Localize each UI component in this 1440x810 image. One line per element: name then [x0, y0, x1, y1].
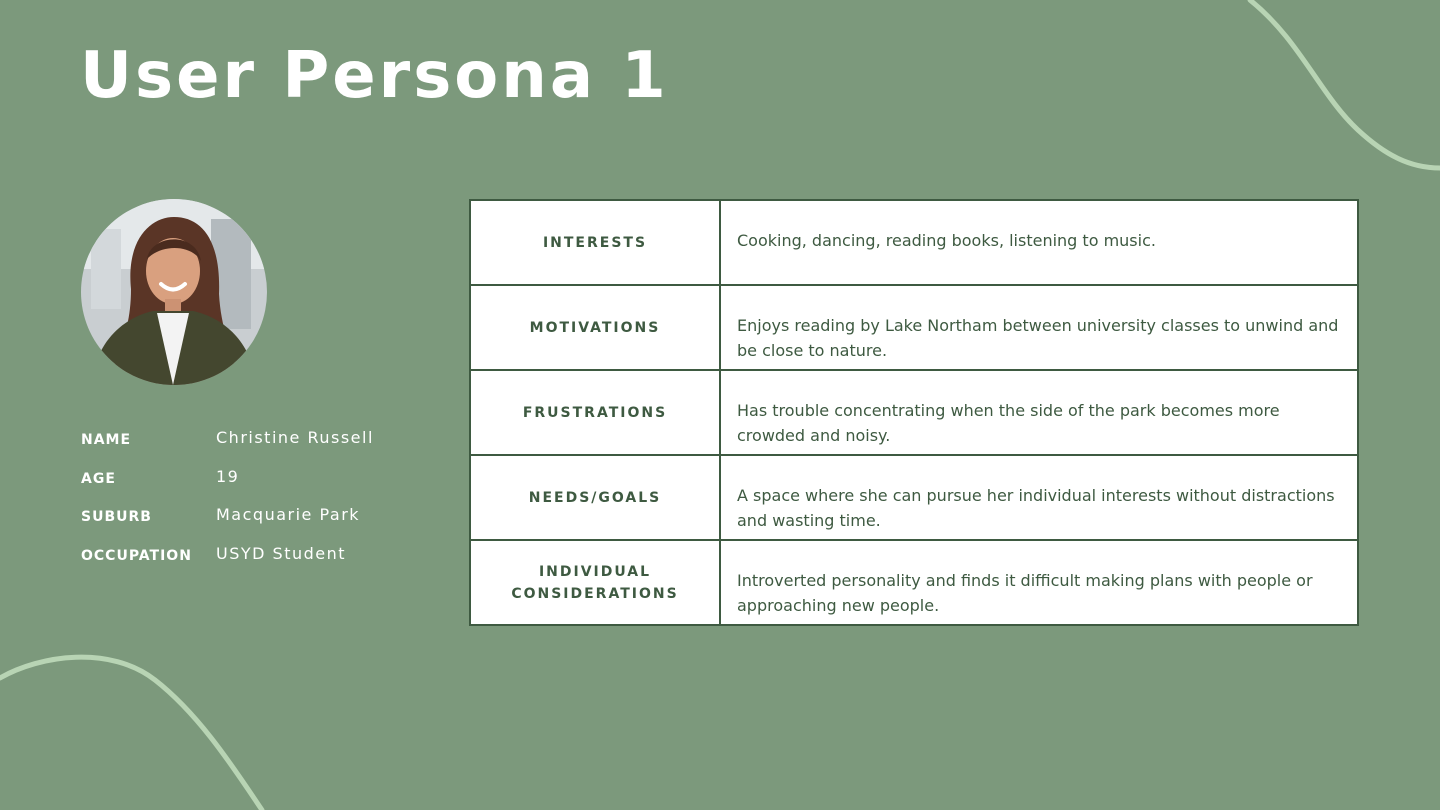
- occupation-label: OCCUPATION: [81, 548, 192, 565]
- row-text-frustrations: Has trouble concentrating when the side …: [719, 369, 1359, 456]
- row-label-frustrations: FRUSTRATIONS: [469, 369, 721, 456]
- age-label: AGE: [81, 470, 116, 487]
- row-text-motivations: Enjoys reading by Lake Northam between u…: [719, 284, 1359, 371]
- row-label-needs-goals: NEEDS/GOALS: [469, 454, 721, 541]
- table-row: MOTIVATIONS Enjoys reading by Lake North…: [469, 284, 1359, 371]
- curve-bottom-left: [0, 654, 265, 810]
- row-label-motivations: MOTIVATIONS: [469, 284, 721, 371]
- slide: User Persona 1 NAME Christine Russell AG…: [0, 0, 1440, 810]
- row-text-individual-considerations: Introverted personality and finds it dif…: [719, 539, 1359, 626]
- row-label-individual-considerations: INDIVIDUAL CONSIDERATIONS: [469, 539, 721, 626]
- row-text-needs-goals: A space where she can pursue her individ…: [719, 454, 1359, 541]
- table-row: NEEDS/GOALS A space where she can pursue…: [469, 454, 1359, 541]
- detail-row-occupation: OCCUPATION USYD Student: [81, 542, 411, 581]
- table-row: INTERESTS Cooking, dancing, reading book…: [469, 199, 1359, 286]
- age-value: 19: [216, 466, 240, 486]
- name-label: NAME: [81, 432, 132, 448]
- table-row: FRUSTRATIONS Has trouble concentrating w…: [469, 369, 1359, 456]
- row-text-interests: Cooking, dancing, reading books, listeni…: [719, 199, 1359, 286]
- row-label-interests: INTERESTS: [469, 199, 721, 286]
- detail-row-name: NAME Christine Russell: [81, 426, 411, 465]
- name-value: Christine Russell: [216, 428, 374, 447]
- persona-table: INTERESTS Cooking, dancing, reading book…: [469, 199, 1359, 626]
- table-row: INDIVIDUAL CONSIDERATIONS Introverted pe…: [469, 539, 1359, 626]
- suburb-value: Macquarie Park: [216, 505, 361, 525]
- profile-details: NAME Christine Russell AGE 19 SUBURB Mac…: [81, 426, 411, 581]
- occupation-value: USYD Student: [216, 544, 347, 564]
- detail-row-suburb: SUBURB Macquarie Park: [81, 503, 411, 542]
- page-title: User Persona 1: [80, 39, 669, 113]
- detail-row-age: AGE 19: [81, 465, 411, 504]
- curve-top-right: [1247, 0, 1440, 171]
- suburb-label: SUBURB: [81, 509, 152, 526]
- avatar: [81, 199, 267, 385]
